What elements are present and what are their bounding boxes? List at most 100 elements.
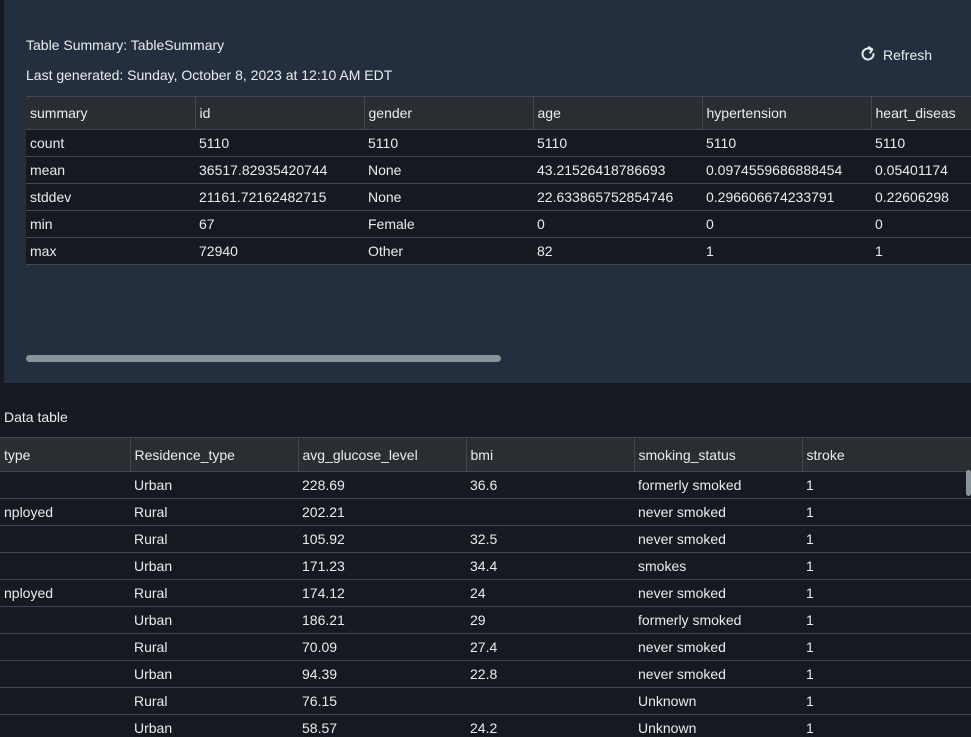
- table-cell: 1: [802, 714, 971, 737]
- table-cell: 43.21526418786693: [533, 156, 702, 184]
- table-cell: smokes: [634, 552, 802, 580]
- table-cell: 171.23: [298, 552, 466, 580]
- table-cell: Urban: [130, 552, 298, 580]
- table-cell: 1: [802, 660, 971, 688]
- data-header-row: type Residence_type avg_glucose_level bm…: [0, 437, 971, 472]
- refresh-label: Refresh: [883, 47, 933, 63]
- table-cell: 1: [802, 525, 971, 553]
- table-cell: 36517.82935420744: [195, 156, 364, 184]
- table-row: nployed Rural 174.12 24 never smoked 1: [0, 579, 971, 607]
- table-cell: 29: [466, 606, 634, 634]
- table-cell: mean: [26, 156, 195, 184]
- summary-table-container: summary id gender age hypertension heart…: [26, 96, 971, 266]
- table-cell: 0.22606298: [871, 183, 971, 211]
- table-cell: 1: [802, 579, 971, 607]
- table-cell: [0, 633, 130, 661]
- table-cell: Rural: [130, 498, 298, 526]
- data-col-header[interactable]: smoking_status: [633, 437, 802, 472]
- table-cell: 58.57: [298, 714, 466, 737]
- table-cell: 5110: [533, 129, 702, 157]
- table-row: stddev 21161.72162482715 None 22.6338657…: [26, 183, 971, 211]
- summary-col-header[interactable]: heart_diseas: [870, 96, 971, 130]
- table-cell: Rural: [130, 579, 298, 607]
- table-cell: 70.09: [298, 633, 466, 661]
- summary-col-header[interactable]: age: [532, 96, 702, 130]
- table-summary-panel: Table Summary: TableSummary Last generat…: [4, 0, 971, 383]
- horizontal-scrollbar[interactable]: [26, 355, 501, 362]
- table-cell: [0, 660, 130, 688]
- table-cell: Rural: [130, 525, 298, 553]
- data-col-header[interactable]: type: [0, 437, 130, 472]
- table-cell: 202.21: [298, 498, 466, 526]
- table-cell: never smoked: [634, 498, 802, 526]
- table-cell: Rural: [130, 633, 298, 661]
- table-row: Rural 70.09 27.4 never smoked 1: [0, 633, 971, 661]
- table-row: Urban 171.23 34.4 smokes 1: [0, 552, 971, 580]
- table-cell: 1: [802, 471, 971, 499]
- table-cell: 34.4: [466, 552, 634, 580]
- summary-col-header[interactable]: summary: [26, 96, 195, 130]
- summary-col-header[interactable]: hypertension: [701, 96, 871, 130]
- table-cell: 24.2: [466, 714, 634, 737]
- table-cell: [466, 687, 634, 715]
- table-cell: 0: [702, 210, 871, 238]
- table-cell: count: [26, 129, 195, 157]
- table-cell: max: [26, 237, 195, 265]
- table-cell: 1: [802, 606, 971, 634]
- data-col-header[interactable]: stroke: [801, 437, 971, 472]
- table-cell: 1: [702, 237, 871, 265]
- data-col-header[interactable]: Residence_type: [129, 437, 298, 472]
- table-cell: 1: [802, 498, 971, 526]
- summary-col-header[interactable]: id: [194, 96, 364, 130]
- table-cell: 94.39: [298, 660, 466, 688]
- table-cell: 0.05401174: [871, 156, 971, 184]
- table-cell: Rural: [130, 687, 298, 715]
- table-cell: 5110: [364, 129, 533, 157]
- table-row: max 72940 Other 82 1 1: [26, 237, 971, 265]
- data-col-header[interactable]: avg_glucose_level: [297, 437, 466, 472]
- vertical-scrollbar[interactable]: [966, 470, 971, 496]
- table-cell: [466, 498, 634, 526]
- table-row: Urban 94.39 22.8 never smoked 1: [0, 660, 971, 688]
- table-cell: formerly smoked: [634, 471, 802, 499]
- table-cell: 5110: [871, 129, 971, 157]
- table-cell: 228.69: [298, 471, 466, 499]
- table-cell: never smoked: [634, 660, 802, 688]
- table-row: Rural 105.92 32.5 never smoked 1: [0, 525, 971, 553]
- data-col-header[interactable]: bmi: [465, 437, 634, 472]
- table-cell: nployed: [0, 579, 130, 607]
- table-cell: Female: [364, 210, 533, 238]
- table-cell: nployed: [0, 498, 130, 526]
- table-cell: min: [26, 210, 195, 238]
- table-row: Urban 228.69 36.6 formerly smoked 1: [0, 471, 971, 499]
- table-cell: 32.5: [466, 525, 634, 553]
- table-cell: [0, 471, 130, 499]
- table-cell: 174.12: [298, 579, 466, 607]
- table-row: mean 36517.82935420744 None 43.215264187…: [26, 156, 971, 184]
- table-cell: 21161.72162482715: [195, 183, 364, 211]
- table-cell: 0.296606674233791: [702, 183, 871, 211]
- summary-table: summary id gender age hypertension heart…: [26, 96, 971, 265]
- table-cell: 22.8: [466, 660, 634, 688]
- table-cell: 0.0974559686888454: [702, 156, 871, 184]
- refresh-icon: [859, 45, 877, 66]
- table-cell: None: [364, 183, 533, 211]
- summary-col-header[interactable]: gender: [363, 96, 533, 130]
- table-cell: Unknown: [634, 714, 802, 737]
- refresh-button[interactable]: Refresh: [859, 44, 932, 66]
- table-cell: formerly smoked: [634, 606, 802, 634]
- table-cell: never smoked: [634, 579, 802, 607]
- table-row: Urban 186.21 29 formerly smoked 1: [0, 606, 971, 634]
- table-cell: 186.21: [298, 606, 466, 634]
- table-cell: 27.4: [466, 633, 634, 661]
- table-cell: 105.92: [298, 525, 466, 553]
- summary-header-row: summary id gender age hypertension heart…: [26, 96, 971, 130]
- table-cell: stddev: [26, 183, 195, 211]
- table-cell: Urban: [130, 606, 298, 634]
- last-generated-text: Last generated: Sunday, October 8, 2023 …: [26, 67, 393, 83]
- table-cell: [0, 687, 130, 715]
- table-cell: 22.633865752854746: [533, 183, 702, 211]
- table-cell: 1: [802, 687, 971, 715]
- table-cell: [0, 714, 130, 737]
- table-cell: 76.15: [298, 687, 466, 715]
